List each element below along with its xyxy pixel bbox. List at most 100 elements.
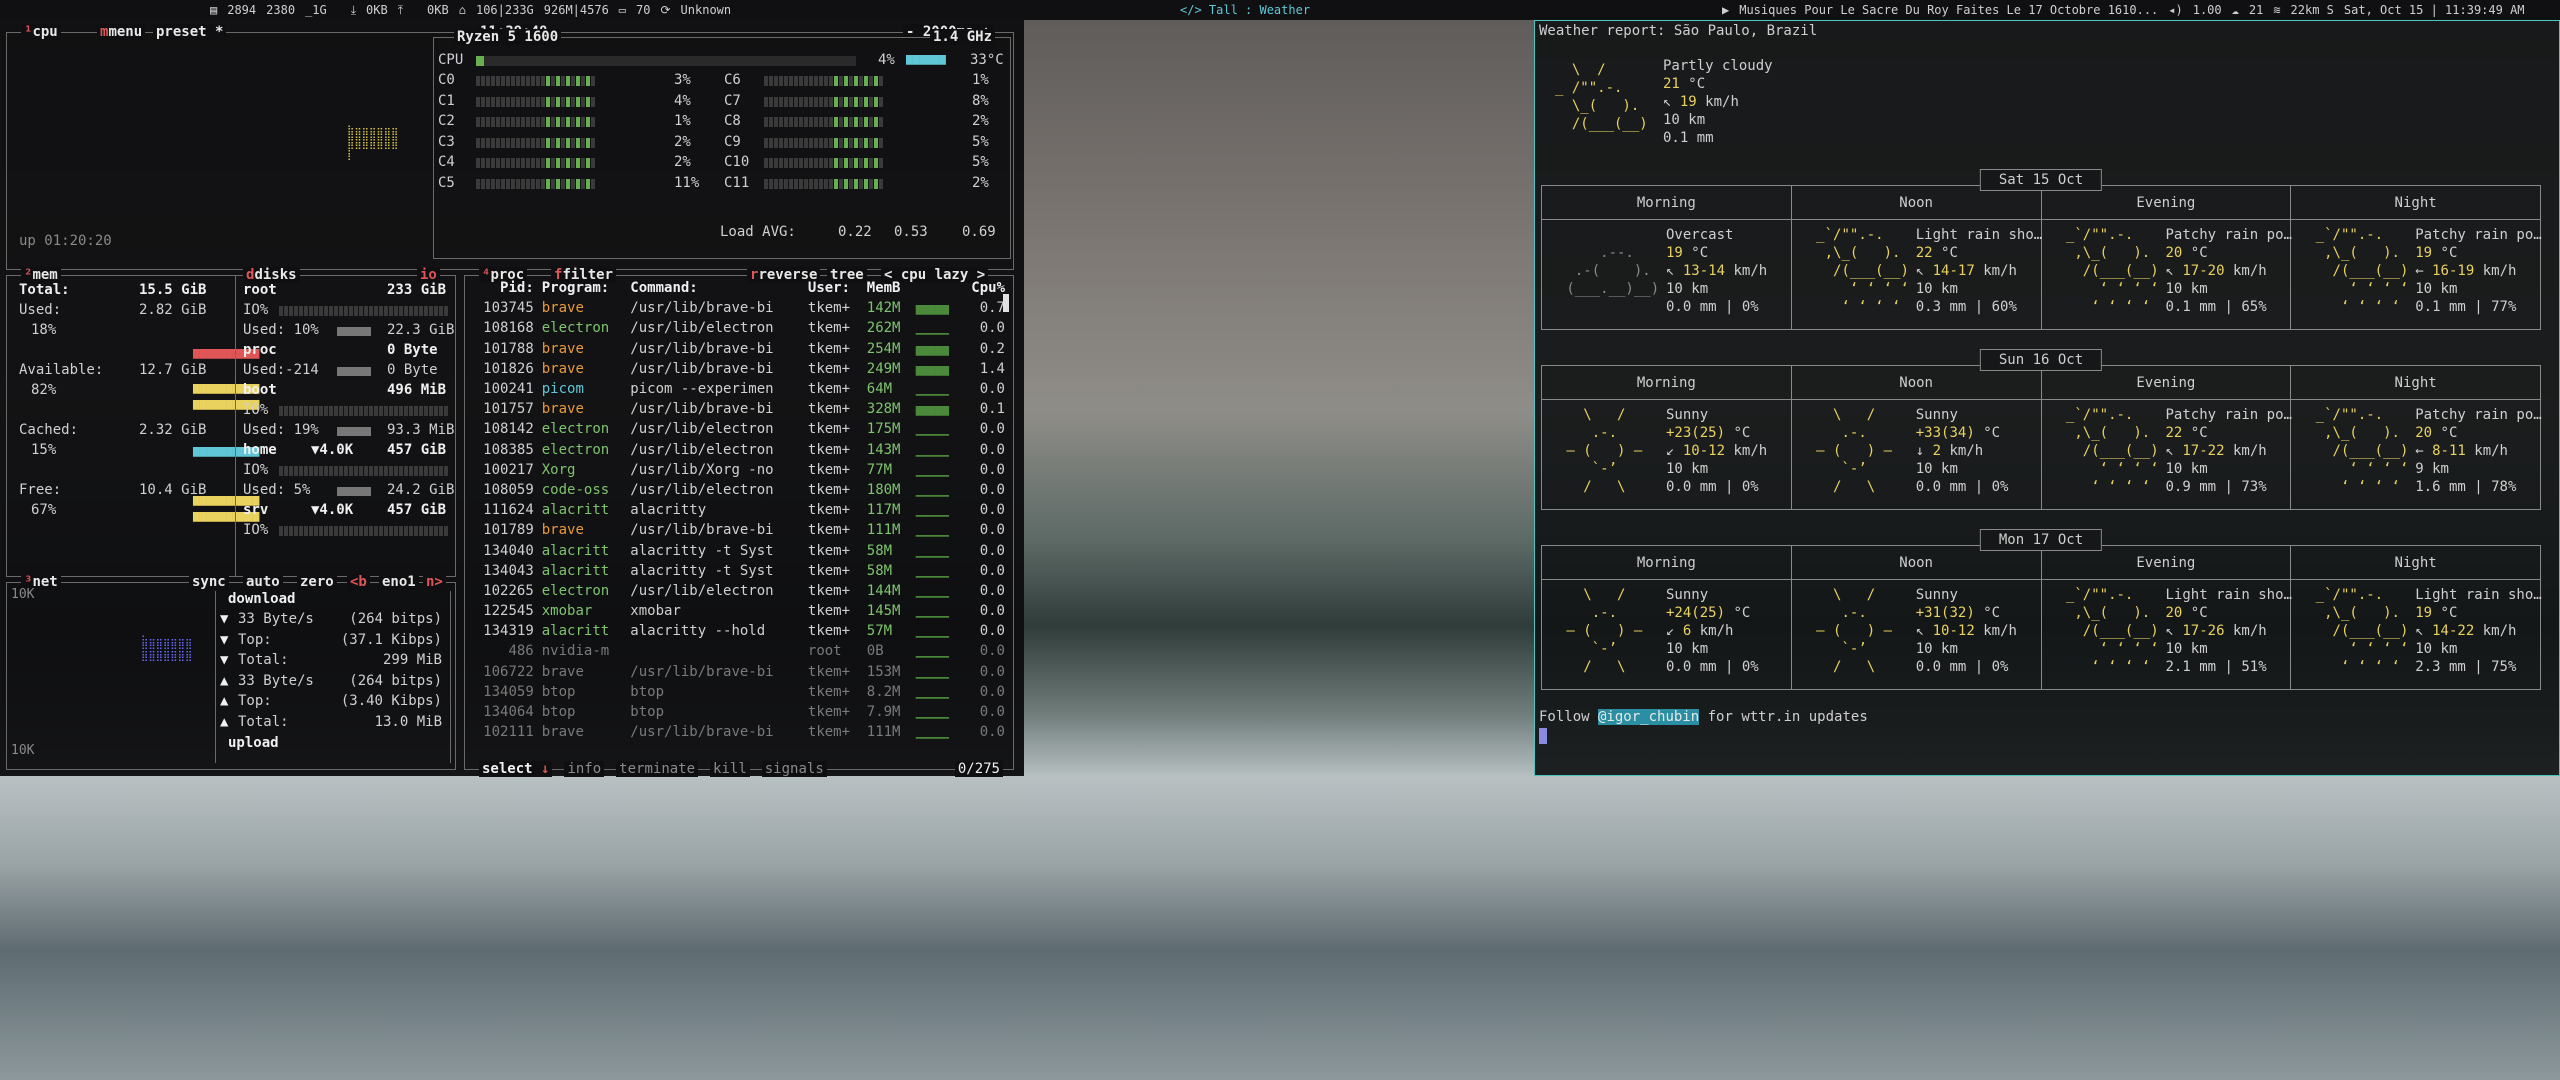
slot-info: Overcast 19 °C ↖ 13-14 km/h 10 km 0.0 mm… xyxy=(1666,227,1768,315)
table-row[interactable]: 486 nvidia-m root 0B ▁▁▁▁▁ 0.0 xyxy=(469,641,1009,661)
btop-window[interactable]: ¹cpu mmenu preset * 11:39:48 - 2000ms + … xyxy=(0,20,1024,777)
table-row[interactable]: 108142 electron/usr/lib/electron tkem+ 175M… xyxy=(469,419,1009,439)
forecast-slot: Morning \ / .-. ― ( ) ― `-’ / \ Sunny +23… xyxy=(1542,366,1792,509)
table-row[interactable]: 134043 alacritt alacritty -t Syst tkem+ 58M ▁… xyxy=(469,561,1009,581)
table-row[interactable]: 101826 brave/usr/lib/brave-bi tkem+ 249M ▆▆▆… xyxy=(469,359,1009,379)
core-label-2: C9 xyxy=(724,133,741,150)
status-right: ▶ Musiques Pour Le Sacre Du Roy Faites L… xyxy=(1722,3,2525,17)
table-row[interactable]: 134319 alacritt alacritty --hold tkem+ 57M ▁▁… xyxy=(469,621,1009,641)
net-box: ³net sync auto zero <b eno1 n> 10K 10K ⡀… xyxy=(6,574,456,770)
col-mem[interactable]: MemB xyxy=(863,278,912,298)
slot-label: Noon xyxy=(1791,186,2041,220)
process-table[interactable]: Pid: Program: Command: User: MemB Cpu% 1… xyxy=(469,278,1009,742)
slot-label: Night xyxy=(2291,186,2540,220)
load-15: 0.69 xyxy=(962,224,996,240)
signals-button[interactable]: signals xyxy=(761,761,827,777)
io-toggle[interactable]: io xyxy=(417,267,440,283)
workspace-indicator[interactable]: </> Tall : Weather xyxy=(1180,3,1310,17)
slot-label: Evening xyxy=(2041,186,2291,220)
table-row[interactable]: 106722 brave/usr/lib/brave-bi tkem+ 153M ▁▁▁… xyxy=(469,662,1009,682)
col-command[interactable]: Command: xyxy=(626,278,804,298)
mem-title[interactable]: ²mem xyxy=(21,267,61,283)
stat-7: 926M|4576 xyxy=(543,3,609,17)
home-icon: ⌂ xyxy=(458,3,466,17)
table-row[interactable]: 101789 brave/usr/lib/brave-bi tkem+ 111M ▁▁▁… xyxy=(469,520,1009,540)
net-zero-button[interactable]: zero xyxy=(297,574,337,590)
table-row[interactable]: 108385 electron/usr/lib/electron tkem+ 143M… xyxy=(469,440,1009,460)
table-row[interactable]: 134059 btop btop tkem+ 8.2M ▁▁▁▁▁ 0.0 xyxy=(469,682,1009,702)
proc-cpu: 1.4 xyxy=(979,360,1005,377)
proc-command: /usr/lib/electron xyxy=(630,441,774,458)
table-row[interactable]: 102111 brave/usr/lib/brave-bi tkem+ 111M ▁▁▁… xyxy=(469,722,1009,742)
slot-precip: 0.1 mm | 65% xyxy=(2165,299,2267,315)
now-playing[interactable]: Musiques Pour Le Sacre Du Roy Faites Le … xyxy=(1739,3,2158,17)
net-prev-iface[interactable]: <b xyxy=(347,574,370,590)
slot-precip: 0.0 mm | 0% xyxy=(1915,479,2009,495)
core-meter-2 xyxy=(764,137,883,148)
proc-cpu-graph: ▁▁▁▁▁ xyxy=(915,504,949,518)
net-sync-button[interactable]: sync xyxy=(189,574,229,590)
table-row[interactable]: 100217 Xorg/usr/lib/Xorg -no tkem+ 77M ▁▁▁▁▁… xyxy=(469,460,1009,480)
now-precip: 0.1 mm xyxy=(1663,130,1714,146)
forecast-slot: Noon \ / .-. ― ( ) ― `-’ / \ Sunny +31(32… xyxy=(1791,546,2042,689)
table-row[interactable]: 101788 brave/usr/lib/brave-bi tkem+ 254M ▆▆▆… xyxy=(469,339,1009,359)
table-row[interactable]: 102265 electron/usr/lib/electron tkem+ 144M… xyxy=(469,581,1009,601)
proc-cpu-graph: ▁▁▁▁▁ xyxy=(915,665,949,679)
col-pid[interactable]: Pid: xyxy=(469,278,538,298)
stat-5: 0KB xyxy=(427,3,449,17)
slot-precip: 2.3 mm | 75% xyxy=(2415,659,2517,675)
proc-cpu-graph: ▁▁▁▁▁ xyxy=(915,584,949,598)
slot-precip: 2.1 mm | 51% xyxy=(2165,659,2267,675)
table-row[interactable]: 111624 alacritt alacritty tkem+ 117M ▁▁▁▁▁ 0.0 xyxy=(469,500,1009,520)
proc-pid: 108059 xyxy=(483,481,534,498)
table-row[interactable]: 134040 alacritt alacritty -t Syst tkem+ 58M ▁… xyxy=(469,540,1009,560)
core-pct-2: 2% xyxy=(972,113,989,129)
table-row[interactable]: 100241 picom picom --experimen tkem+ 64M ▁▁▁▁… xyxy=(469,379,1009,399)
col-program[interactable]: Program: xyxy=(538,278,627,298)
disk-io-label: IO% xyxy=(243,302,269,318)
preset-button[interactable]: preset * xyxy=(153,24,227,40)
menu-button[interactable]: mmenu xyxy=(97,24,146,40)
slot-info: Sunny +24(25) °C ↙ 6 km/h 10 km 0.0 mm |… xyxy=(1666,587,1759,675)
up-arrow-icon: ▲ xyxy=(220,713,229,730)
cloud-icon: .--. .-( ). (___.__)__) xyxy=(1566,245,1660,297)
proc-mem: 58M xyxy=(866,542,893,559)
table-row[interactable]: 134064 btop btop tkem+ 7.9M ▁▁▁▁▁ 0.0 xyxy=(469,702,1009,722)
volume-level[interactable]: 1.00 xyxy=(2193,3,2222,17)
forecast-slot: Night _`/"".-. ,\_( ). /(___(__) ‘ ‘ ‘ ‘… xyxy=(2291,546,2542,689)
disk-used-value: 0 Byte xyxy=(387,362,438,378)
disks-title[interactable]: ddisks xyxy=(243,267,300,283)
proc-command: /usr/lib/Xorg -no xyxy=(630,461,774,478)
terminate-button[interactable]: terminate xyxy=(616,761,699,777)
col-cpu[interactable]: Cpu% xyxy=(960,278,1009,298)
disk-used-bar xyxy=(337,427,371,436)
info-button[interactable]: info xyxy=(564,761,605,777)
select-button[interactable]: select ↓ xyxy=(479,761,553,777)
cpu-box-title[interactable]: ¹cpu xyxy=(21,24,61,40)
table-row[interactable]: 103745 brave/usr/lib/brave-bi tkem+ 142M ▆▆▆… xyxy=(469,298,1009,318)
temperature: 21 xyxy=(2248,3,2264,17)
proc-pid: 134040 xyxy=(483,542,534,559)
table-row[interactable]: 108059 code-oss/usr/lib/electron tkem+ 180M… xyxy=(469,480,1009,500)
weather-window[interactable]: Weather report: São Paulo, Brazil \ / _ … xyxy=(1534,20,2560,776)
wind-dir-icon: ↖ xyxy=(2415,623,2424,639)
proc-user: tkem+ xyxy=(807,320,851,337)
disk-size: 457 GiB xyxy=(387,502,447,518)
forecast-slot: Noon _`/"".-. ,\_( ). /(___(__) ‘ ‘ ‘ ‘ … xyxy=(1791,186,2042,329)
slot-vis: 9 km xyxy=(2415,461,2449,477)
net-auto-button[interactable]: auto xyxy=(243,574,283,590)
table-row[interactable]: 108168 electron/usr/lib/electron tkem+ 262M… xyxy=(469,318,1009,338)
proc-scrollbar[interactable] xyxy=(1003,294,1009,312)
table-row[interactable]: 122545 xmobar xmobar tkem+ 145M ▁▁▁▁▁ 0.0 xyxy=(469,601,1009,621)
slot-precip: 0.0 mm | 0% xyxy=(1915,659,2009,675)
net-stat-value: (264 bitps) xyxy=(349,672,442,689)
proc-program: alacritt xyxy=(541,562,610,579)
kill-button[interactable]: kill xyxy=(710,761,750,777)
proc-program: brave xyxy=(541,360,584,377)
col-user[interactable]: User: xyxy=(804,278,863,298)
follow-link[interactable]: @igor_chubin xyxy=(1598,709,1700,725)
net-next-iface[interactable]: n> xyxy=(423,574,446,590)
slot-vis: 10 km xyxy=(2415,281,2458,297)
table-row[interactable]: 101757 brave/usr/lib/brave-bi tkem+ 328M ▆▆▆… xyxy=(469,399,1009,419)
core-pct: 4% xyxy=(674,92,691,109)
